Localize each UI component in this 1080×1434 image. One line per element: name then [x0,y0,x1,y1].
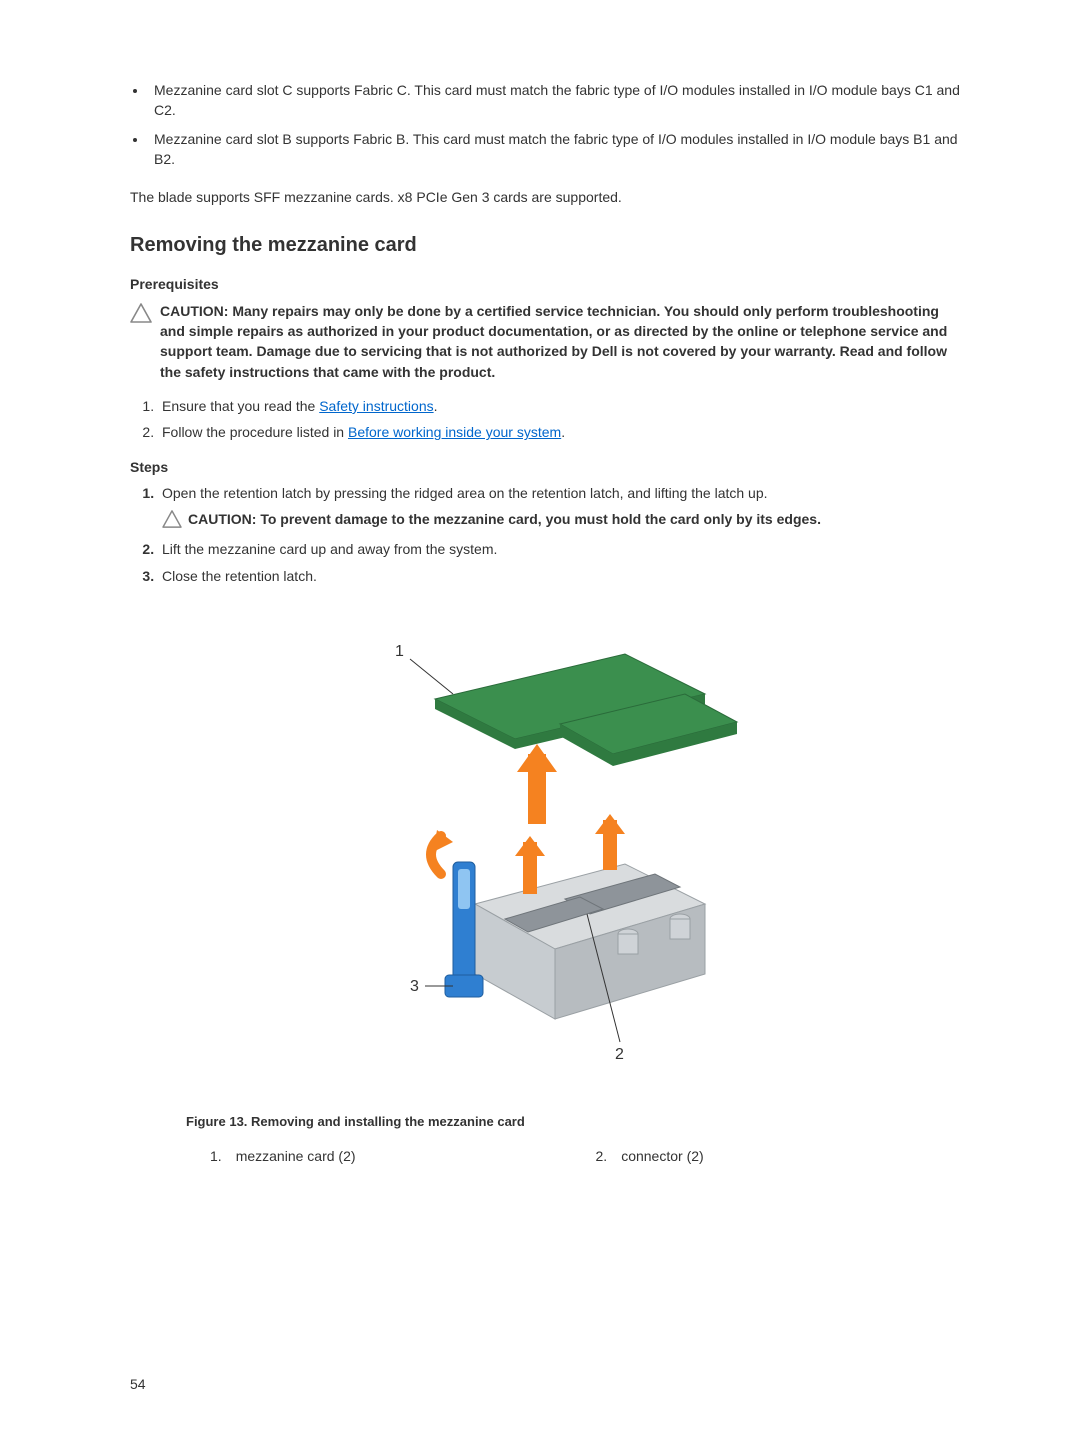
figure-legend: 1. mezzanine card (2) 2. connector (2) [210,1146,960,1166]
bullet-item: Mezzanine card slot C supports Fabric C.… [148,80,960,121]
step-item: Open the retention latch by pressing the… [158,483,960,534]
intro-paragraph: The blade supports SFF mezzanine cards. … [130,187,960,207]
page-number: 54 [130,1374,146,1394]
steps-list: Open the retention latch by pressing the… [130,483,960,586]
document-page: Mezzanine card slot C supports Fabric C.… [0,0,1080,1434]
step-item: Lift the mezzanine card up and away from… [158,539,960,559]
bullet-item: Mezzanine card slot B supports Fabric B.… [148,129,960,170]
step-item: Close the retention latch. [158,566,960,586]
legend-label: connector (2) [621,1146,703,1166]
figure-caption: Figure 13. Removing and installing the m… [186,1113,960,1132]
text-fragment: . [561,424,565,440]
callout-3: 3 [410,978,419,995]
section-heading: Removing the mezzanine card [130,231,960,260]
inline-caution-block: CAUTION: To prevent damage to the mezzan… [162,509,960,533]
legend-label: mezzanine card (2) [236,1146,356,1166]
before-working-link[interactable]: Before working inside your system [348,424,561,440]
caution-triangle-icon [162,510,182,533]
prereq-item: Ensure that you read the Safety instruct… [158,396,960,416]
caution-text: CAUTION: To prevent damage to the mezzan… [188,509,821,529]
caution-text: CAUTION: Many repairs may only be done b… [160,301,960,382]
caution-block: CAUTION: Many repairs may only be done b… [130,301,960,382]
text-fragment: Follow the procedure listed in [162,424,348,440]
prerequisite-list: Ensure that you read the Safety instruct… [130,396,960,443]
prereq-item: Follow the procedure listed in Before wo… [158,422,960,442]
safety-instructions-link[interactable]: Safety instructions [319,398,433,414]
intro-bullet-list: Mezzanine card slot C supports Fabric C.… [148,80,960,169]
mezzanine-card-illustration: 1 [325,604,765,1084]
text-fragment: Ensure that you read the [162,398,319,414]
legend-item: 2. connector (2) [596,1146,704,1166]
callout-2: 2 [615,1046,624,1063]
legend-item: 1. mezzanine card (2) [210,1146,356,1166]
steps-label: Steps [130,457,960,477]
legend-number: 2. [596,1146,608,1166]
figure: 1 [130,604,960,1089]
caution-triangle-icon [130,303,152,328]
callout-1: 1 [395,643,404,660]
prerequisites-label: Prerequisites [130,274,960,294]
text-fragment: . [434,398,438,414]
step-text: Open the retention latch by pressing the… [162,485,768,501]
legend-number: 1. [210,1146,222,1166]
